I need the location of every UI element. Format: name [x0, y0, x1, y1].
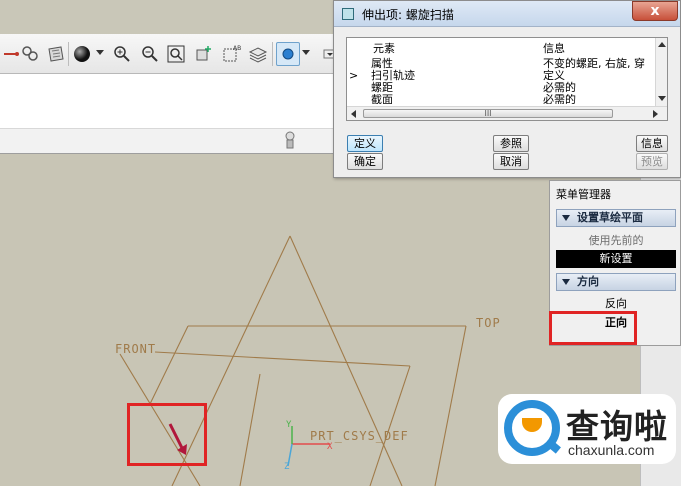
- x-axis-label: X: [327, 442, 334, 452]
- watermark: 查询啦 chaxunla.com: [498, 394, 676, 464]
- close-button[interactable]: x: [632, 1, 678, 21]
- highlight-box-arrow: [127, 403, 207, 466]
- zoom-in-icon[interactable]: [110, 42, 134, 66]
- scroll-up-icon[interactable]: [658, 42, 666, 47]
- define-button[interactable]: 定义: [347, 135, 383, 152]
- chevron-down-icon[interactable]: [302, 50, 310, 55]
- info-button[interactable]: 信息: [636, 135, 668, 152]
- scroll-thumb[interactable]: III: [363, 109, 613, 118]
- reorient-icon[interactable]: [192, 42, 216, 66]
- svg-text:AB: AB: [233, 45, 241, 52]
- highlight-box-okay: [549, 311, 637, 345]
- menu-header-sketch-plane[interactable]: 设置草绘平面: [556, 209, 676, 227]
- vertical-scrollbar[interactable]: [655, 38, 667, 106]
- dialog-title: 伸出项: 螺旋扫描: [362, 8, 454, 22]
- bulb-icon: [285, 131, 295, 149]
- menu-manager-title: 菜单管理器: [556, 188, 611, 201]
- z-axis-label: Z: [284, 462, 291, 472]
- datum-plane-icon[interactable]: [18, 42, 42, 66]
- helical-sweep-dialog: 伸出项: 螺旋扫描 x 元素 信息 属性 不变的螺距, 右旋, 穿 > 扫引轨迹…: [333, 0, 681, 178]
- refit-icon[interactable]: [164, 42, 188, 66]
- y-axis-label: Y: [286, 420, 293, 430]
- zoom-out-icon[interactable]: [138, 42, 162, 66]
- horizontal-scrollbar[interactable]: III: [347, 106, 667, 120]
- list-item[interactable]: > 扫引轨迹 定义: [347, 70, 657, 82]
- scroll-right-icon[interactable]: [653, 110, 658, 118]
- column-info: 信息: [543, 42, 565, 55]
- scroll-left-icon[interactable]: [351, 110, 356, 118]
- front-label: FRONT: [115, 342, 157, 356]
- shading-icon[interactable]: [44, 42, 68, 66]
- dialog-titlebar[interactable]: 伸出项: 螺旋扫描 x: [334, 1, 680, 27]
- menu-header-direction[interactable]: 方向: [556, 273, 676, 291]
- chevron-down-icon[interactable]: [96, 50, 104, 55]
- saved-views-icon[interactable]: AB: [220, 42, 244, 66]
- display-style-icon[interactable]: [276, 42, 300, 66]
- list-item[interactable]: 螺距 必需的: [347, 82, 657, 94]
- scroll-down-icon[interactable]: [658, 96, 666, 101]
- reference-button[interactable]: 参照: [493, 135, 529, 152]
- menu-item-new-setup[interactable]: 新设置: [556, 250, 676, 268]
- cancel-button[interactable]: 取消: [493, 153, 529, 170]
- menu-item-use-previous[interactable]: 使用先前的: [556, 232, 676, 250]
- element-list[interactable]: 元素 信息 属性 不变的螺距, 右旋, 穿 > 扫引轨迹 定义 螺距 必需的 截…: [346, 37, 668, 121]
- display-sphere-icon[interactable]: [70, 42, 94, 66]
- watermark-name: 查询啦: [566, 407, 668, 446]
- column-element: 元素: [373, 42, 395, 55]
- preview-button[interactable]: 预览: [636, 153, 668, 170]
- csys-label: PRT_CSYS_DEF: [310, 429, 409, 443]
- ok-button[interactable]: 确定: [347, 153, 383, 170]
- window-icon: [342, 8, 354, 20]
- layers-icon[interactable]: [246, 42, 270, 66]
- top-label: TOP: [476, 316, 501, 330]
- list-header: 元素 信息: [347, 40, 657, 56]
- list-item[interactable]: 截面 必需的: [347, 94, 657, 104]
- watermark-url: chaxunla.com: [568, 442, 655, 458]
